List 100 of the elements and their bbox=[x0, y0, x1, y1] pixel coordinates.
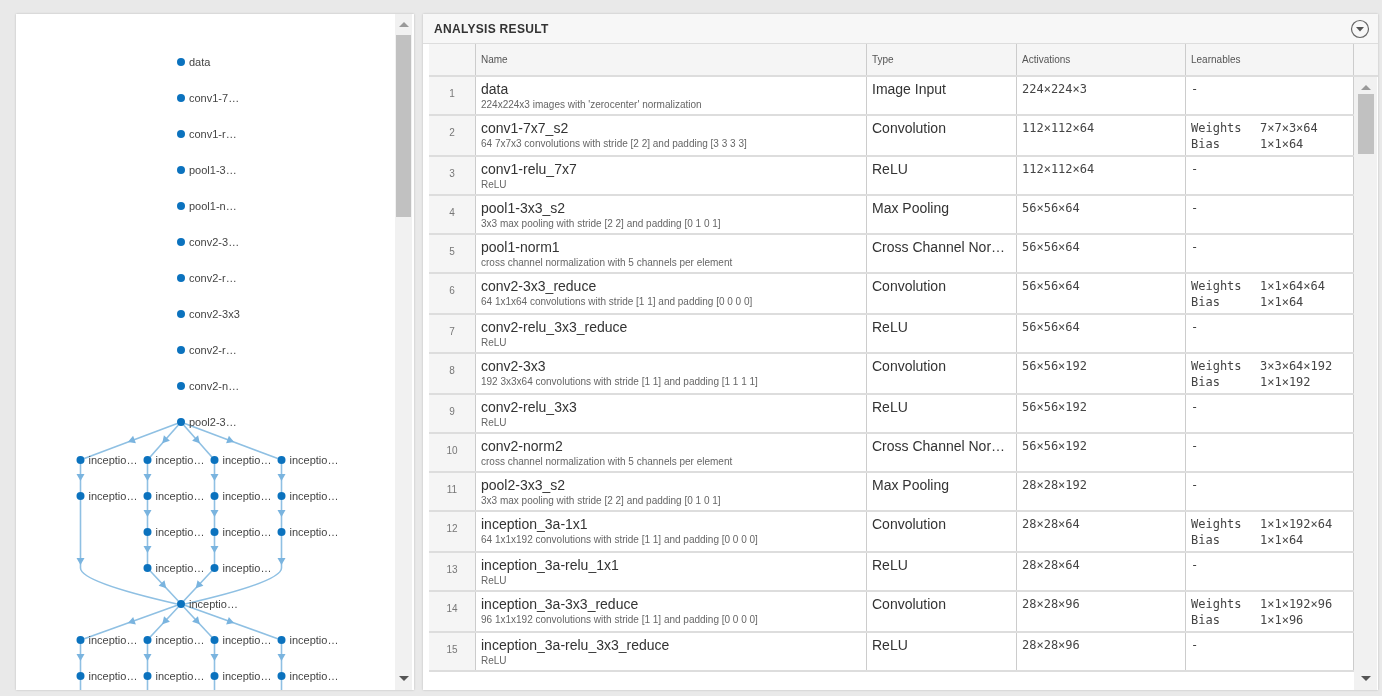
layer-node[interactable]: inceptio… bbox=[277, 670, 339, 682]
connector-arrow bbox=[143, 643, 152, 673]
layer-node[interactable]: inceptio… bbox=[143, 526, 205, 538]
layer-node[interactable]: conv2-r… bbox=[177, 272, 237, 284]
column-header[interactable]: Type bbox=[867, 44, 1017, 75]
layer-node[interactable]: conv2-r… bbox=[177, 344, 237, 356]
activations-cell: 28×28×192 bbox=[1017, 473, 1186, 510]
layer-node[interactable]: conv2-n… bbox=[177, 380, 240, 392]
name-cell: pool2-3x3_s2 3x3 max pooling with stride [2 2] and padding [0 1 0 1] bbox=[476, 473, 867, 510]
row-number: 15 bbox=[429, 633, 476, 670]
connector-arrow bbox=[277, 463, 286, 493]
layer-node[interactable]: conv1-7… bbox=[177, 92, 240, 104]
scrollbar[interactable] bbox=[1354, 77, 1377, 690]
layer-node[interactable]: inceptio… bbox=[210, 454, 272, 466]
activations-cell: 28×28×64 bbox=[1017, 512, 1186, 551]
name-cell: conv2-norm2 cross channel normalization with 5 channels per element bbox=[476, 434, 867, 471]
layer-node[interactable]: conv2-3x3 bbox=[177, 308, 240, 320]
name-cell: conv2-3x3_reduce 64 1x1x64 convolutions with stride [1 1] and padding [0 0 0 0] bbox=[476, 274, 867, 313]
row-number: 8 bbox=[429, 354, 476, 393]
panel-title: ANALYSIS RESULT bbox=[434, 21, 549, 36]
activations-cell: 28×28×64 bbox=[1017, 553, 1186, 590]
activations-cell: 56×56×64 bbox=[1017, 315, 1186, 352]
activations-cell: 56×56×64 bbox=[1017, 235, 1186, 272]
row-number: 12 bbox=[429, 512, 476, 551]
scrollbar-thumb[interactable] bbox=[1357, 94, 1374, 154]
type-cell: Convolution bbox=[867, 116, 1017, 155]
name-cell: inception_3a-1x1 64 1x1x192 convolutions with stride [1 1] and padding [0 0 0 0] bbox=[476, 512, 867, 551]
layer-node[interactable]: pool1-n… bbox=[177, 200, 237, 212]
scroll-down-icon[interactable] bbox=[398, 676, 409, 681]
layer-node[interactable]: inceptio… bbox=[76, 454, 138, 466]
row-number: 5 bbox=[429, 235, 476, 272]
layer-node[interactable]: inceptio… bbox=[210, 670, 272, 682]
row-number: 11 bbox=[429, 473, 476, 510]
type-cell: Cross Channel Nor… bbox=[867, 434, 1017, 471]
activations-cell: 56×56×192 bbox=[1017, 434, 1186, 471]
name-cell: inception_3a-relu_1x1 ReLU bbox=[476, 553, 867, 590]
row-number: 1 bbox=[429, 77, 476, 114]
layer-node[interactable]: inceptio… bbox=[143, 634, 205, 646]
layer-node[interactable]: inceptio… bbox=[76, 490, 138, 502]
layer-node[interactable]: inceptio… bbox=[76, 634, 138, 646]
row-number: 9 bbox=[429, 395, 476, 432]
layer-node[interactable]: inceptio… bbox=[177, 598, 238, 610]
type-cell: ReLU bbox=[867, 553, 1017, 590]
type-cell: ReLU bbox=[867, 157, 1017, 194]
column-header[interactable]: Name bbox=[476, 44, 867, 75]
name-cell: data 224x224x3 images with 'zerocenter' normalization bbox=[476, 77, 867, 114]
scrollbar[interactable] bbox=[395, 14, 412, 690]
scroll-down-icon[interactable] bbox=[1360, 676, 1371, 681]
name-cell: conv2-relu_3x3 ReLU bbox=[476, 395, 867, 432]
activations-cell: 28×28×96 bbox=[1017, 592, 1186, 631]
connector-arrow bbox=[76, 643, 85, 673]
scrollbar-thumb[interactable] bbox=[396, 35, 411, 217]
type-cell: Cross Channel Nor… bbox=[867, 235, 1017, 272]
activations-cell: 112×112×64 bbox=[1017, 157, 1186, 194]
layer-node[interactable]: inceptio… bbox=[277, 454, 339, 466]
layer-node[interactable]: data bbox=[177, 56, 211, 68]
row-number: 6 bbox=[429, 274, 476, 313]
layer-node[interactable]: inceptio… bbox=[143, 670, 205, 682]
name-cell: inception_3a-relu_3x3_reduce ReLU bbox=[476, 633, 867, 670]
type-cell: Convolution bbox=[867, 592, 1017, 631]
column-header[interactable]: Learnables bbox=[1186, 44, 1354, 75]
name-cell: pool1-norm1 cross channel normalization with 5 channels per element bbox=[476, 235, 867, 272]
layer-node[interactable]: conv2-3… bbox=[177, 236, 240, 248]
row-number: 4 bbox=[429, 196, 476, 233]
layer-node[interactable]: inceptio… bbox=[76, 670, 138, 682]
dropdown-icon[interactable] bbox=[1350, 18, 1370, 39]
type-cell: Image Input bbox=[867, 77, 1017, 114]
activations-cell: 28×28×96 bbox=[1017, 633, 1186, 670]
type-cell: ReLU bbox=[867, 315, 1017, 352]
layer-node[interactable]: inceptio… bbox=[143, 490, 205, 502]
name-cell: conv1-7x7_s2 64 7x7x3 convolutions with stride [2 2] and padding [3 3 3 3] bbox=[476, 116, 867, 155]
layer-node[interactable]: inceptio… bbox=[277, 526, 339, 538]
layer-node[interactable]: inceptio… bbox=[210, 562, 272, 574]
row-number: 10 bbox=[429, 434, 476, 471]
layer-node[interactable]: inceptio… bbox=[143, 562, 205, 574]
connector-arrow bbox=[277, 643, 286, 673]
row-number: 13 bbox=[429, 553, 476, 590]
name-cell: conv2-relu_3x3_reduce ReLU bbox=[476, 315, 867, 352]
connector-arrow bbox=[277, 499, 286, 529]
type-cell: Max Pooling bbox=[867, 473, 1017, 510]
layer-node[interactable]: conv1-r… bbox=[177, 128, 237, 140]
name-cell: conv1-relu_7x7 ReLU bbox=[476, 157, 867, 194]
layer-node[interactable]: inceptio… bbox=[210, 526, 272, 538]
scroll-up-icon[interactable] bbox=[398, 22, 409, 27]
layer-node[interactable]: inceptio… bbox=[277, 634, 339, 646]
layer-node[interactable]: inceptio… bbox=[143, 454, 205, 466]
type-cell: Max Pooling bbox=[867, 196, 1017, 233]
layer-node[interactable]: inceptio… bbox=[210, 490, 272, 502]
layer-node[interactable]: pool2-3… bbox=[177, 416, 237, 428]
column-header[interactable]: Activations bbox=[1017, 44, 1186, 75]
type-cell: ReLU bbox=[867, 633, 1017, 670]
layer-node[interactable]: inceptio… bbox=[277, 490, 339, 502]
activations-cell: 224×224×3 bbox=[1017, 77, 1186, 114]
type-cell: Convolution bbox=[867, 354, 1017, 393]
activations-cell: 56×56×64 bbox=[1017, 196, 1186, 233]
type-cell: ReLU bbox=[867, 395, 1017, 432]
layer-node[interactable]: pool1-3… bbox=[177, 164, 237, 176]
layer-node[interactable]: inceptio… bbox=[210, 634, 272, 646]
row-number: 2 bbox=[429, 116, 476, 155]
connector-arrow bbox=[76, 463, 85, 493]
